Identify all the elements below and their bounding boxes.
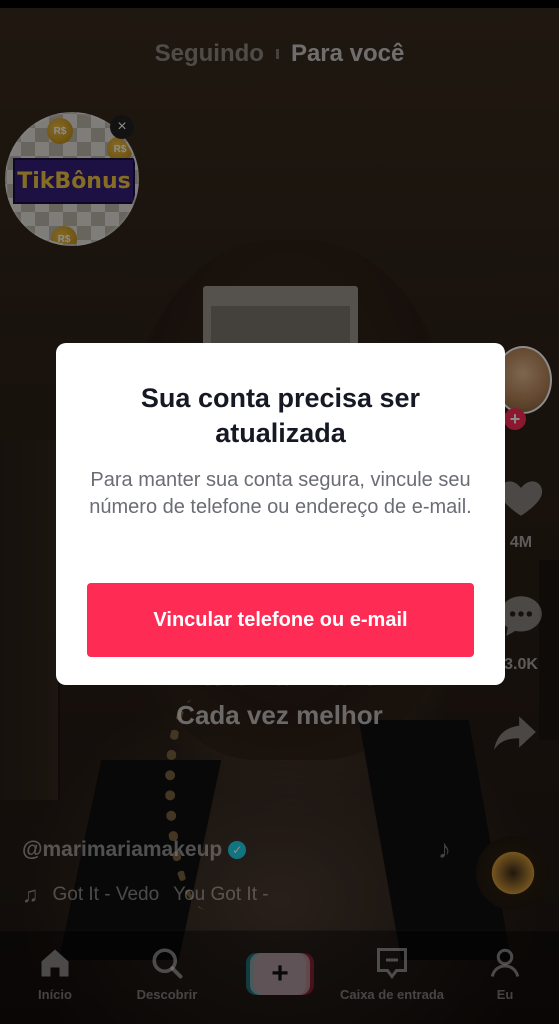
dialog-message: Para manter sua conta segura, vincule se… — [89, 469, 472, 518]
account-update-dialog: Sua conta precisa ser atualizada Para ma… — [56, 343, 505, 685]
link-phone-or-email-button[interactable]: Vincular telefone ou e-mail — [87, 583, 474, 657]
dialog-title: Sua conta precisa ser atualizada — [140, 383, 421, 448]
